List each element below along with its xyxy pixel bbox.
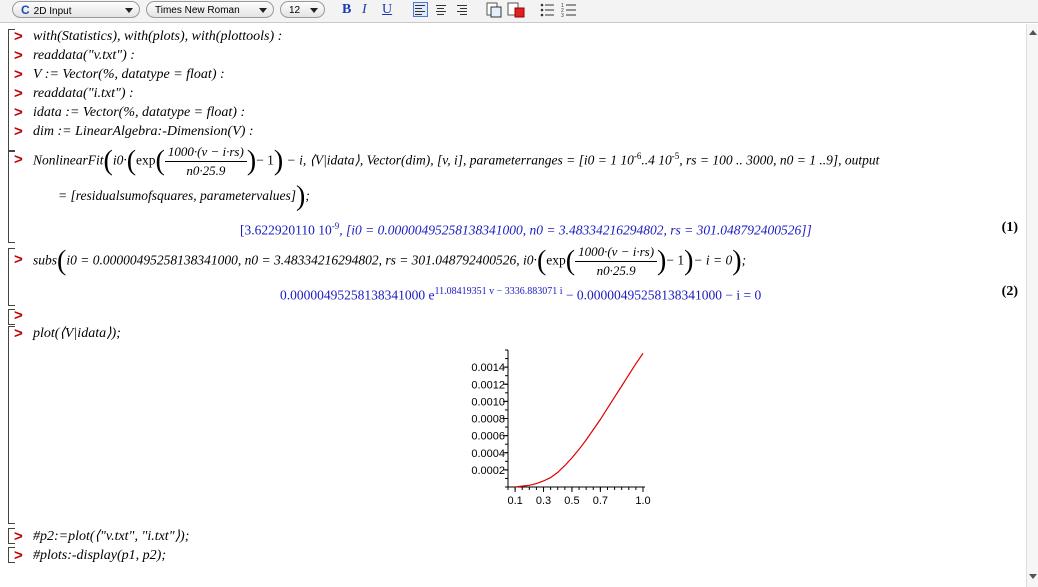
- prompt-icon: >: [14, 85, 23, 102]
- chevron-down-icon: [259, 8, 267, 13]
- x-tick-label: 0.5: [564, 495, 579, 507]
- fraction-numerator: 1000·(v − i·rs): [575, 243, 658, 262]
- cmd-part: i0·: [112, 152, 127, 168]
- output-part: 0.00000495258138341000 e: [280, 287, 435, 303]
- fraction-numerator: 1000·(v − i·rs): [164, 143, 247, 162]
- cmd-part: ;: [741, 252, 747, 268]
- output-part: − 0.00000495258138341000 − i = 0: [562, 287, 762, 303]
- output-2: 0.00000495258138341000 e11.08419351 v − …: [280, 283, 761, 305]
- font-family-dropdown[interactable]: Times New Roman: [146, 1, 274, 18]
- cmd-part: ;: [305, 188, 310, 203]
- command-line[interactable]: plot(⟨V|idata⟩);: [33, 325, 121, 343]
- y-tick-label: 0.0002: [471, 465, 505, 477]
- exponent: 11.08419351 v − 3336.883071 i: [434, 286, 563, 297]
- bullet-list-icon[interactable]: [540, 3, 554, 17]
- chevron-down-icon: [125, 8, 133, 13]
- prompt-icon: >: [14, 251, 23, 268]
- numbered-list-icon[interactable]: 123: [561, 2, 577, 18]
- vertical-scrollbar[interactable]: [1026, 24, 1038, 587]
- cmd-part: ..4 10: [641, 152, 672, 168]
- font-family-value: Times New Roman: [155, 5, 240, 16]
- section-icon[interactable]: [507, 2, 525, 18]
- prompt-icon: >: [14, 47, 23, 64]
- command-line[interactable]: dim := LinearAlgebra:-Dimension(V) :: [33, 123, 254, 141]
- cmd-part: exp: [546, 252, 566, 268]
- align-left-button[interactable]: [413, 2, 428, 17]
- chevron-down-icon: [310, 8, 318, 13]
- series-line: [515, 353, 644, 488]
- x-tick-label: 0.1: [507, 495, 522, 507]
- input-mode-value: 2D Input: [33, 6, 72, 17]
- scroll-up-icon[interactable]: [1029, 30, 1037, 35]
- equation-label: (2): [1001, 284, 1018, 299]
- command-line[interactable]: readdata("v.txt") :: [33, 47, 135, 65]
- align-center-button[interactable]: [435, 3, 448, 16]
- cmd-part: NonlinearFit: [33, 152, 104, 168]
- cmd-part: − 1: [666, 252, 685, 268]
- cmd-part: subs: [33, 252, 58, 268]
- fraction-denominator: n0·25.9: [186, 163, 226, 178]
- command-line[interactable]: readdata("i.txt") :: [33, 85, 134, 103]
- prompt-icon: >: [14, 547, 23, 564]
- command-line[interactable]: V := Vector(%, datatype = float) :: [33, 66, 225, 84]
- equation-label: (1): [1001, 220, 1018, 235]
- nonlinearfit-command-cont[interactable]: = [residualsumofsquares, parametervalues…: [58, 182, 310, 210]
- align-right-button[interactable]: [456, 3, 469, 16]
- output-part: , [i0 = 0.00000495258138341000, n0 = 3.4…: [339, 222, 812, 238]
- y-tick-label: 0.0010: [471, 396, 505, 408]
- cmd-part: i0 = 0.00000495258138341000, n0 = 3.4833…: [66, 252, 537, 268]
- cmd-part: = [residualsumofsquares, parametervalues…: [58, 188, 296, 203]
- cmd-part: − i = 0: [693, 252, 733, 268]
- svg-text:3: 3: [561, 13, 564, 18]
- cmd-part: exp: [136, 152, 156, 168]
- font-size-value: 12: [289, 5, 301, 16]
- font-size-dropdown[interactable]: 12: [280, 1, 325, 18]
- x-tick-label: 0.7: [593, 495, 608, 507]
- prompt-icon: >: [14, 66, 23, 83]
- execution-group-bracket: [8, 326, 15, 524]
- prompt-icon: >: [14, 28, 23, 45]
- cmd-part: − i, ⟨V|idata⟩, Vector(dim), [v, i], par…: [286, 152, 634, 168]
- command-line[interactable]: #plots:-display(p1, p2);: [33, 547, 166, 565]
- y-tick-label: 0.0004: [471, 448, 505, 460]
- bold-button[interactable]: B: [342, 1, 351, 18]
- underline-button[interactable]: U: [382, 1, 392, 18]
- y-tick-label: 0.0006: [471, 431, 505, 443]
- formatting-toolbar: C 2D Input Times New Roman 12 B I U 123: [0, 0, 1038, 23]
- cmd-part: , rs = 100 .. 3000, n0 = 1 ..9], output: [679, 152, 880, 168]
- prompt-icon: >: [14, 325, 23, 342]
- command-line[interactable]: #p2:=plot(⟨"v.txt", "i.txt"⟩);: [33, 528, 189, 546]
- fraction-denominator: n0·25.9: [596, 263, 636, 278]
- c-mode-icon: C: [21, 3, 30, 17]
- italic-button[interactable]: I: [362, 1, 367, 18]
- cmd-part: − 1: [256, 152, 274, 168]
- prompt-icon: >: [14, 123, 23, 140]
- input-mode-dropdown[interactable]: C 2D Input: [12, 1, 140, 18]
- subs-command[interactable]: subs(i0 = 0.00000495258138341000, n0 = 3…: [33, 243, 746, 280]
- prompt-icon: >: [14, 151, 23, 168]
- prompt-icon[interactable]: >: [14, 307, 23, 325]
- prompt-icon: >: [14, 104, 23, 121]
- output-part: [3.622920110 10: [240, 222, 332, 238]
- plot-output[interactable]: 0.1 0.3 0.5 0.7 1.0 0.0002 0.0004 0.0006 0.0008 0…: [455, 345, 665, 510]
- y-tick-label: 0.0008: [471, 414, 505, 426]
- x-tick-label: 1.0: [635, 495, 650, 507]
- x-tick-label: 0.3: [536, 495, 551, 507]
- y-tick-label: 0.0012: [471, 379, 505, 391]
- command-line[interactable]: idata := Vector(%, datatype = float) :: [33, 104, 245, 122]
- command-line[interactable]: with(Statistics), with(plots), with(plot…: [33, 28, 282, 46]
- output-1: [3.622920110 10-9, [i0 = 0.0000049525813…: [240, 217, 812, 240]
- nonlinearfit-command[interactable]: NonlinearFit(i0·(exp(1000·(v − i·rs) n0·2…: [33, 143, 879, 180]
- y-tick-label: 0.0014: [471, 362, 505, 374]
- execution-group-icon[interactable]: [486, 2, 502, 18]
- prompt-icon: >: [14, 528, 23, 545]
- scroll-down-icon[interactable]: [1029, 574, 1037, 579]
